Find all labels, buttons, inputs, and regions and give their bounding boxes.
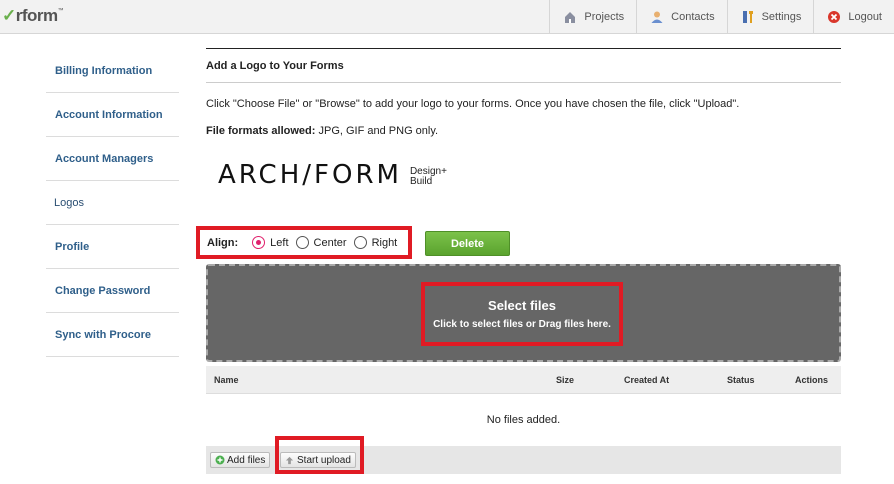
align-center-radio[interactable]: Center	[295, 236, 347, 249]
select-files-title: Select files	[488, 298, 556, 313]
sidebar-item-change-password[interactable]: Change Password	[46, 269, 179, 313]
radio-unchecked-icon	[295, 236, 309, 249]
nav-contacts[interactable]: Contacts	[636, 0, 726, 34]
align-right-radio[interactable]: Right	[353, 236, 398, 249]
nav-projects[interactable]: Projects	[549, 0, 636, 34]
select-files-subtitle: Click to select files or Drag files here…	[433, 319, 611, 330]
align-center-label: Center	[313, 236, 347, 249]
logo-text: rform	[15, 6, 58, 25]
column-created-at: Created At	[624, 374, 670, 385]
nav-projects-label: Projects	[584, 11, 625, 23]
column-name: Name	[214, 374, 239, 385]
sidebar: Billing Information Account Information …	[46, 49, 179, 357]
file-formats-label: File formats allowed:	[206, 125, 316, 137]
sidebar-item-billing-information[interactable]: Billing Information	[46, 49, 179, 93]
page-title: Add a Logo to Your Forms	[206, 48, 841, 83]
file-formats-value: JPG, GIF and PNG only.	[318, 125, 439, 137]
app-logo[interactable]: ✓rform™	[2, 6, 64, 26]
house-icon	[562, 9, 578, 25]
sidebar-item-account-managers[interactable]: Account Managers	[46, 137, 179, 181]
sidebar-item-profile[interactable]: Profile	[46, 225, 179, 269]
checkmark-icon: ✓	[2, 6, 16, 25]
align-left-label: Left	[270, 236, 289, 249]
nav-settings-label: Settings	[761, 11, 802, 23]
align-options: Align: Left Center Right	[196, 226, 412, 259]
logout-icon	[826, 9, 842, 25]
main-content: Add a Logo to Your Forms	[206, 48, 841, 83]
start-upload-highlight	[275, 436, 364, 474]
logo-preview-sub-line2: Build	[409, 176, 433, 187]
instructions-text: Click "Choose File" or "Browse" to add y…	[206, 98, 740, 110]
table-header: Name Size Created At Status Actions	[206, 366, 841, 394]
nav-settings[interactable]: Settings	[726, 0, 814, 34]
nav-logout[interactable]: Logout	[813, 0, 894, 34]
align-label: Align:	[207, 236, 239, 249]
align-left-radio[interactable]: Left	[252, 236, 289, 249]
add-files-label: Add files	[227, 454, 266, 466]
top-bar: ✓rform™ Projects Contacts Settings Logou…	[0, 0, 894, 34]
column-actions: Actions	[795, 374, 829, 385]
nav-logout-label: Logout	[848, 11, 882, 23]
logo-preview: ARCH/FORM Design+ Build	[218, 160, 447, 190]
sidebar-item-account-information[interactable]: Account Information	[46, 93, 179, 137]
nav-contacts-label: Contacts	[671, 11, 715, 23]
logo-trademark: ™	[57, 8, 64, 14]
align-right-label: Right	[371, 236, 398, 249]
sidebar-item-sync-with-procore[interactable]: Sync with Procore	[46, 313, 179, 357]
logo-preview-main: ARCH/FORM	[218, 160, 402, 190]
top-nav: Projects Contacts Settings Logout	[549, 0, 894, 34]
delete-button[interactable]: Delete	[425, 231, 510, 256]
plus-icon	[215, 455, 225, 465]
add-files-button[interactable]: Add files	[210, 452, 271, 468]
radio-checked-icon	[252, 236, 266, 249]
select-files-area[interactable]: Select files Click to select files or Dr…	[421, 282, 623, 346]
column-status: Status	[727, 374, 755, 385]
person-icon	[649, 9, 665, 25]
radio-unchecked-icon	[353, 236, 367, 249]
column-size: Size	[556, 374, 575, 385]
file-formats-text: File formats allowed: JPG, GIF and PNG o…	[206, 125, 438, 137]
logo-preview-sub: Design+ Build	[410, 167, 447, 187]
sidebar-item-logos[interactable]: Logos	[46, 181, 179, 225]
tools-icon	[740, 9, 756, 25]
